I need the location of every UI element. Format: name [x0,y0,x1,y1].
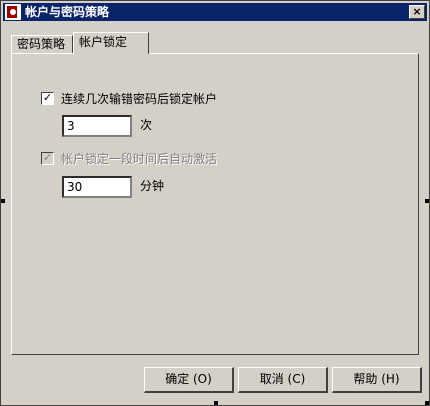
auto-unlock-checkbox: ✓ [41,151,54,165]
resize-grip-left[interactable] [1,199,5,203]
attempts-unit-label: 次 [140,118,153,132]
close-button[interactable]: × [409,5,425,19]
resize-grip-corner[interactable] [425,401,429,405]
account-password-policy-dialog: 帐户与密码策略 × 密码策略 帐户锁定 ✓ 连续几次输错密码后锁定帐户 3 次 … [0,0,430,406]
lock-after-failed-label[interactable]: 连续几次输错密码后锁定帐户 [61,90,217,107]
help-button[interactable]: 帮助 (H) [332,367,422,393]
window-title: 帐户与密码策略 [25,5,110,19]
auto-unlock-label: 帐户锁定一段时间后自动激活 [61,152,218,166]
ok-button[interactable]: 确定 (O) [144,367,234,393]
tab-account-lockout[interactable]: 帐户锁定 [73,32,149,54]
app-key-icon [5,4,21,20]
minutes-unit-label: 分钟 [140,179,165,193]
lock-after-failed-checkbox[interactable]: ✓ [41,92,54,105]
tab-password-policy[interactable]: 密码策略 [11,35,73,53]
resize-grip-right[interactable] [425,199,429,203]
minutes-input[interactable]: 30 [62,176,132,198]
resize-grip-bottom[interactable] [214,401,218,405]
attempts-input[interactable]: 3 [62,115,132,137]
title-bar: 帐户与密码策略 × [3,3,427,21]
cancel-button[interactable]: 取消 (C) [238,367,328,393]
